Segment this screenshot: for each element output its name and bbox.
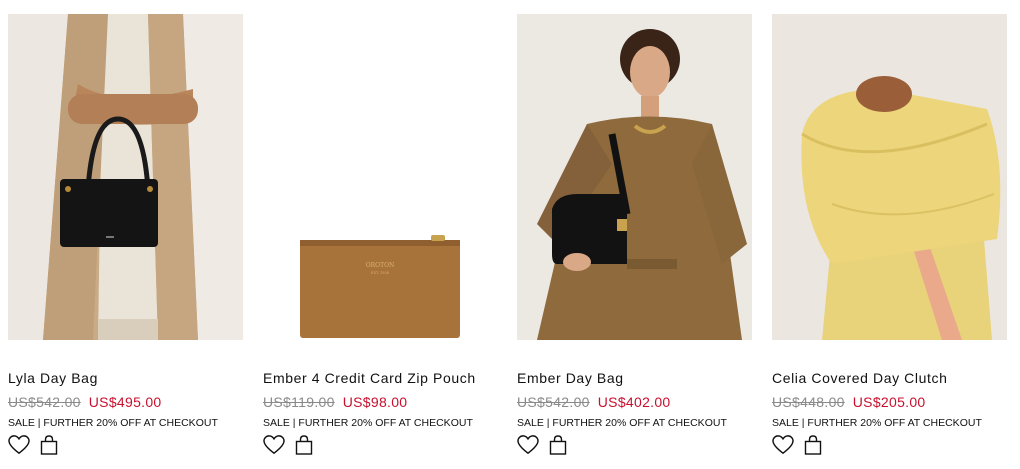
- product-name[interactable]: Ember Day Bag: [517, 370, 752, 386]
- heart-icon[interactable]: [772, 435, 794, 455]
- sale-price: US$495.00: [88, 394, 162, 410]
- price-row: US$448.00 US$205.00: [772, 394, 1007, 410]
- brand-stamp-sub: EST. 1938: [371, 271, 389, 275]
- price-row: US$542.00 US$495.00: [8, 394, 243, 410]
- sale-price: US$205.00: [852, 394, 926, 410]
- product-photo-pouch: OROTON EST. 1938: [263, 14, 498, 340]
- price-row: US$119.00 US$98.00: [263, 394, 498, 410]
- heart-icon[interactable]: [517, 435, 539, 455]
- promo-text: SALE | FURTHER 20% OFF AT CHECKOUT: [772, 417, 982, 429]
- product-card[interactable]: Ember Day Bag US$542.00 US$402.00 SALE | …: [517, 14, 752, 456]
- original-price: US$119.00: [263, 394, 335, 410]
- product-grid: Lyla Day Bag US$542.00 US$495.00 SALE | F…: [0, 0, 1020, 469]
- product-photo-ember: [517, 14, 752, 340]
- product-actions: [772, 434, 1007, 456]
- original-price: US$542.00: [517, 394, 590, 410]
- product-actions: [8, 434, 243, 456]
- product-image[interactable]: [517, 14, 752, 340]
- brand-stamp: OROTON: [366, 262, 395, 269]
- original-price: US$448.00: [772, 394, 845, 410]
- price-row: US$542.00 US$402.00: [517, 394, 752, 410]
- product-name[interactable]: Celia Covered Day Clutch: [772, 370, 1007, 386]
- product-card[interactable]: Celia Covered Day Clutch US$448.00 US$205…: [772, 14, 1007, 456]
- product-card[interactable]: OROTON EST. 1938 Ember 4 Credit Card Zip…: [263, 14, 498, 456]
- product-image[interactable]: [8, 14, 243, 340]
- product-name[interactable]: Ember 4 Credit Card Zip Pouch: [263, 370, 498, 386]
- shopping-bag-icon[interactable]: [295, 435, 313, 455]
- shopping-bag-icon[interactable]: [804, 435, 822, 455]
- product-name[interactable]: Lyla Day Bag: [8, 370, 243, 386]
- shopping-bag-icon[interactable]: [549, 435, 567, 455]
- heart-icon[interactable]: [263, 435, 285, 455]
- sale-price: US$98.00: [342, 394, 408, 410]
- promo-text: SALE | FURTHER 20% OFF AT CHECKOUT: [263, 417, 473, 429]
- product-actions: [263, 434, 498, 456]
- product-photo-lyla: [8, 14, 243, 340]
- promo-text: SALE | FURTHER 20% OFF AT CHECKOUT: [8, 417, 218, 429]
- shopping-bag-icon[interactable]: [40, 435, 58, 455]
- heart-icon[interactable]: [8, 435, 30, 455]
- promo-text: SALE | FURTHER 20% OFF AT CHECKOUT: [517, 417, 727, 429]
- product-photo-celia: [772, 14, 1007, 340]
- product-image[interactable]: [772, 14, 1007, 340]
- product-card[interactable]: Lyla Day Bag US$542.00 US$495.00 SALE | F…: [8, 14, 243, 456]
- original-price: US$542.00: [8, 394, 81, 410]
- product-image[interactable]: OROTON EST. 1938: [263, 14, 498, 340]
- sale-price: US$402.00: [597, 394, 671, 410]
- product-actions: [517, 434, 752, 456]
